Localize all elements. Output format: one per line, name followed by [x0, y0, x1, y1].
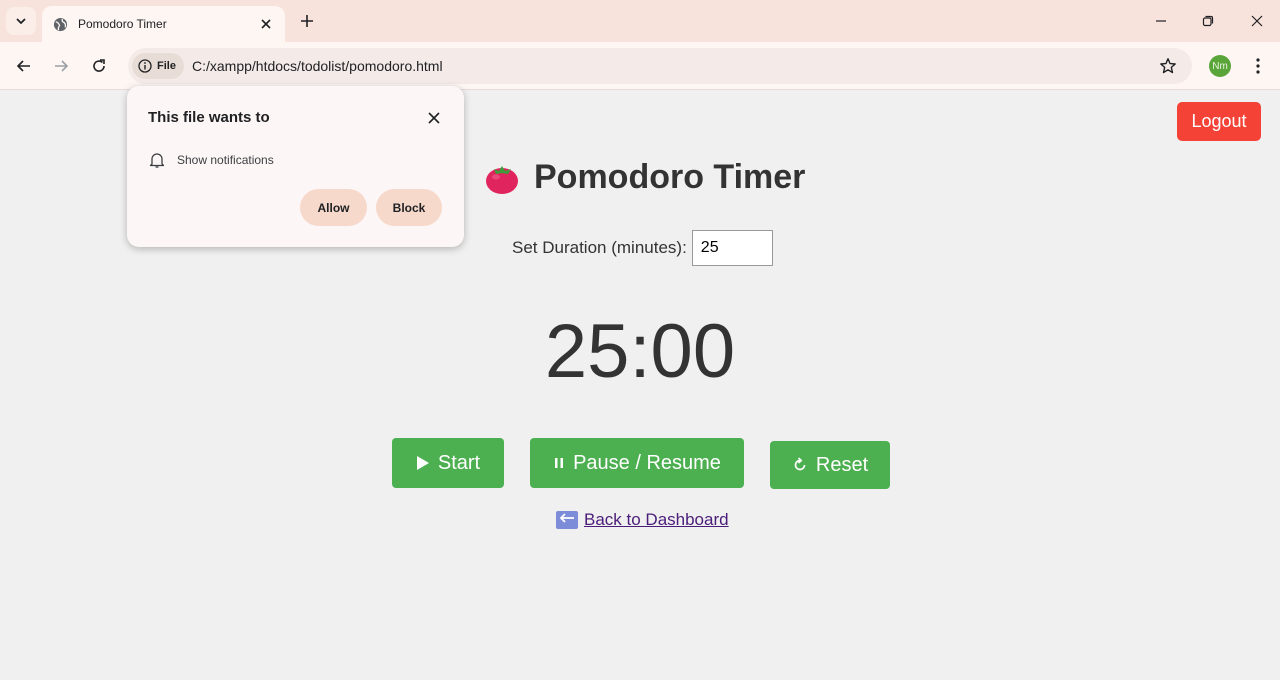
close-icon[interactable] [424, 108, 444, 128]
reload-button[interactable] [85, 52, 113, 80]
site-chip-label: File [157, 60, 176, 72]
minimize-button[interactable] [1146, 8, 1176, 34]
duration-row: Set Duration (minutes): [512, 230, 773, 266]
timer-display: 25:00 [544, 309, 736, 394]
back-button[interactable] [10, 52, 38, 80]
arrow-right-icon [55, 60, 69, 72]
restore-icon [1202, 15, 1214, 27]
minimize-icon [1156, 20, 1166, 22]
duration-input[interactable] [691, 230, 773, 266]
pause-resume-label: Pause / Resume [573, 451, 721, 474]
reset-label: Reset [815, 453, 869, 476]
back-to-dashboard-link[interactable]: Back to Dashboard [556, 510, 729, 530]
pause-resume-button[interactable]: Pause / Resume [530, 438, 744, 488]
close-icon [1251, 15, 1263, 27]
reset-icon [792, 457, 808, 473]
globe-icon [52, 16, 68, 32]
new-tab-button[interactable] [296, 10, 318, 32]
back-to-dashboard-label: Back to Dashboard [584, 510, 729, 529]
plus-icon [301, 15, 313, 27]
play-icon [416, 455, 430, 471]
start-button[interactable]: Start [392, 438, 504, 488]
permission-popup: This file wants to Show notifications Al… [127, 86, 464, 247]
block-button[interactable]: Block [376, 189, 442, 226]
browser-tab[interactable]: Pomodoro Timer [42, 6, 285, 42]
tab-title: Pomodoro Timer [78, 17, 167, 31]
popup-title: This file wants to [148, 109, 270, 126]
kebab-menu-icon[interactable] [1247, 54, 1269, 78]
tomato-icon [486, 165, 518, 194]
close-tab-icon[interactable] [257, 15, 275, 33]
permission-row: Show notifications [149, 151, 274, 169]
start-label: Start [437, 451, 481, 474]
chevron-down-icon [16, 18, 26, 25]
bell-icon [149, 153, 165, 168]
close-window-button[interactable] [1242, 8, 1272, 34]
page-heading: Pomodoro Timer [534, 158, 806, 196]
tab-search-button[interactable] [6, 7, 36, 35]
allow-button[interactable]: Allow [300, 189, 367, 226]
permission-label: Show notifications [177, 153, 274, 167]
site-info-chip[interactable]: File [132, 53, 184, 79]
pause-icon [553, 456, 565, 470]
profile-avatar[interactable]: Nm [1209, 55, 1231, 77]
browser-toolbar: File C:/xampp/htdocs/todolist/pomodoro.h… [0, 42, 1280, 90]
info-icon [138, 59, 152, 73]
tab-strip: Pomodoro Timer [0, 0, 1280, 42]
bookmark-star-icon[interactable] [1158, 56, 1178, 76]
reload-icon [93, 59, 105, 72]
arrow-left-icon [16, 60, 30, 72]
reset-button[interactable]: Reset [770, 441, 890, 489]
back-arrow-icon [556, 511, 578, 529]
page-title: Pomodoro Timer [484, 158, 805, 197]
address-bar[interactable]: File C:/xampp/htdocs/todolist/pomodoro.h… [128, 48, 1192, 84]
forward-button[interactable] [47, 52, 75, 80]
restore-button[interactable] [1193, 8, 1223, 34]
logout-button[interactable]: Logout [1177, 102, 1261, 141]
url-text[interactable]: C:/xampp/htdocs/todolist/pomodoro.html [192, 58, 443, 74]
duration-label: Set Duration (minutes): [512, 238, 687, 257]
